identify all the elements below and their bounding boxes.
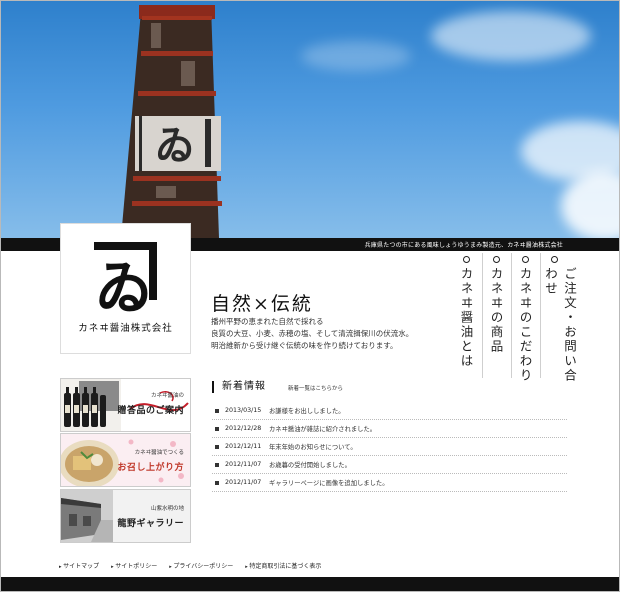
nav-label: ご注文・お問い合わせ (543, 267, 577, 383)
footer-link-privacy[interactable]: プライバシーポリシー (169, 561, 233, 570)
gallery-banner[interactable]: 山紫水明の地 龍野ギャラリー (60, 489, 191, 543)
intro-line: 良質の大豆、小麦、赤穂の塩、そして清流揖保川の伏流水。 (211, 329, 414, 338)
news-date: 2012/11/07 (225, 479, 262, 486)
nav-label: カネヰのこだわり (517, 267, 533, 383)
banner-subtitle: 山紫水明の地 (150, 506, 184, 512)
news-heading: 新着情報 (212, 381, 266, 393)
news-text: お歳暮の受付開始しました。 (269, 462, 351, 469)
news-text: ギャラリーページに画像を追加しました。 (269, 480, 389, 487)
logo[interactable]: ゐ カネヰ醤油株式会社 (60, 223, 191, 354)
news-item[interactable]: 2012/11/07 お歳暮の受付開始しました。 (212, 456, 567, 474)
news-archive-link[interactable]: 新着一覧はこちらから (288, 384, 343, 392)
footer-link-sitemap[interactable]: サイトマップ (59, 561, 99, 570)
footer-link-site-policy[interactable]: サイトポリシー (111, 561, 157, 570)
banner-title: 贈答品のご案内 (117, 406, 184, 416)
news-text: お謙様をお出ししました。 (269, 408, 345, 415)
bullet-icon (462, 256, 470, 263)
intro-line: 明治維新から受け継ぐ伝統の味を作り続けております。 (211, 341, 398, 350)
news-text: カネヰ醤油が雑誌に紹介されました。 (269, 426, 377, 433)
banner-title: お召し上がり方 (117, 463, 184, 473)
bullet-icon (550, 256, 558, 263)
intro-text: 播州平野の恵まれた自然で採れる 良質の大豆、小麦、赤穂の塩、そして清流揖保川の伏… (211, 316, 413, 352)
news-item[interactable]: 2013/03/15 お謙様をお出ししました。 (212, 402, 567, 420)
tagline: 兵庫県たつの市にある風味しょうゆうまみ製造元、カネヰ醤油株式会社 (364, 242, 563, 249)
chimney-illustration: ゐ (121, 5, 222, 238)
square-bullet-icon (215, 408, 219, 413)
svg-text:ゐ: ゐ (95, 254, 153, 322)
hero-image: ゐ (1, 1, 619, 238)
recipe-banner[interactable]: カネヰ醤油でつくる お召し上がり方 (60, 433, 191, 487)
nav-products[interactable]: カネヰの商品 (483, 253, 509, 378)
square-bullet-icon (215, 426, 219, 431)
news-item[interactable]: 2012/11/07 ギャラリーページに画像を追加しました。 (212, 474, 567, 492)
square-bullet-icon (215, 480, 219, 485)
svg-text:ゐ: ゐ (155, 122, 195, 169)
banner-subtitle: カネヰ醤油の (150, 393, 184, 399)
nav-label: カネヰの商品 (488, 267, 504, 354)
nav-divider (540, 253, 541, 378)
news-text: 年末年始のお知らせについて。 (269, 444, 357, 451)
footer-nav: サイトマップ サイトポリシー プライバシーポリシー 特定商取引法に基づく表示 (59, 561, 321, 570)
bullet-icon (521, 256, 529, 263)
banner-subtitle: カネヰ醤油でつくる (134, 450, 184, 456)
news-date: 2012/12/11 (225, 443, 262, 450)
nav-contact[interactable]: ご注文・お問い合わせ (541, 253, 577, 383)
square-bullet-icon (215, 444, 219, 449)
square-bullet-icon (215, 462, 219, 467)
news-date: 2012/12/28 (225, 425, 262, 432)
banner-title: 龍野ギャラリー (117, 519, 184, 529)
footer-link-commerce-law[interactable]: 特定商取引法に基づく表示 (245, 561, 321, 570)
nav-divider (482, 253, 483, 378)
nav-divider (511, 253, 512, 378)
nav-about[interactable]: カネヰ醤油とは (453, 253, 479, 378)
headline: 自然×伝統 (211, 293, 313, 315)
news-item[interactable]: 2012/12/28 カネヰ醤油が雑誌に紹介されました。 (212, 420, 567, 438)
news-item[interactable]: 2012/12/11 年末年始のお知らせについて。 (212, 438, 567, 456)
intro-line: 播州平野の恵まれた自然で採れる (211, 317, 324, 326)
bottles-image (61, 379, 121, 431)
news-list: 2013/03/15 お謙様をお出ししました。 2012/12/28 カネヰ醤油… (212, 402, 567, 492)
footer-bar (1, 577, 619, 591)
nav-label: カネヰ醤油とは (458, 267, 474, 369)
news-date: 2012/11/07 (225, 461, 262, 468)
news-date: 2013/03/15 (225, 407, 262, 414)
page-frame: ゐ 兵庫県たつの市にある風味しょうゆうまみ製造元、カネヰ醤油株式会社 ゐ カネヰ… (0, 0, 620, 592)
company-name: カネヰ醤油株式会社 (78, 323, 173, 334)
bullet-icon (492, 256, 500, 263)
nav-commitment[interactable]: カネヰのこだわり (512, 253, 538, 383)
gift-banner[interactable]: カネヰ醤油の 贈答品のご案内 (60, 378, 191, 432)
